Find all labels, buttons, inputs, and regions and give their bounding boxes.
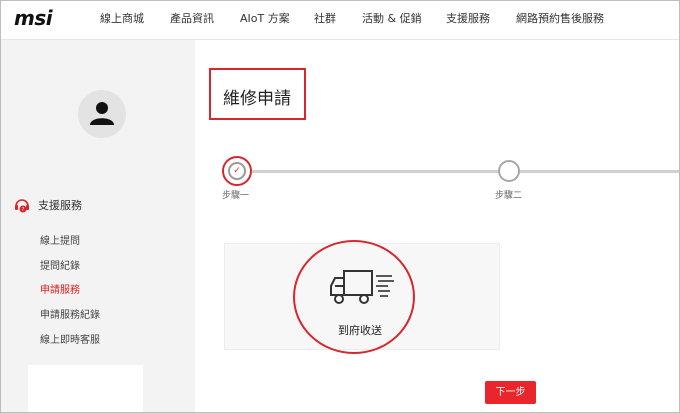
sidebar-section-support[interactable]: ? 支援服務 <box>14 197 82 213</box>
svg-text:?: ? <box>22 207 25 213</box>
headset-icon: ? <box>14 197 30 213</box>
step-progress-line <box>237 170 680 173</box>
nav-item-community[interactable]: 社群 <box>314 10 336 26</box>
sidebar-item-online-question[interactable]: 線上提問 <box>40 232 80 247</box>
top-nav: msi 線上商城 產品資訊 AIoT 方案 社群 活動 & 促銷 支援服務 網路… <box>0 0 680 40</box>
nav-item-promotions[interactable]: 活動 & 促銷 <box>362 10 422 26</box>
nav-item-products[interactable]: 產品資訊 <box>170 10 214 26</box>
avatar[interactable] <box>78 90 126 138</box>
page-title: 維修申請 <box>223 89 291 109</box>
sidebar-item-live-chat[interactable]: 線上即時客服 <box>40 331 100 346</box>
sidebar: ? 支援服務 線上提問 提問紀錄 申請服務 申請服務紀錄 線上即時客服 <box>0 40 195 413</box>
sidebar-panel <box>28 365 143 413</box>
next-step-button[interactable]: 下一步 <box>485 381 536 404</box>
step-1-label: 步驟一 <box>222 191 250 201</box>
nav-item-service-booking[interactable]: 網路預約售後服務 <box>516 10 604 26</box>
msi-logo[interactable]: msi <box>14 6 53 30</box>
sidebar-section-title: 支援服務 <box>38 199 82 212</box>
nav-item-aiot[interactable]: AIoT 方案 <box>240 10 290 26</box>
sidebar-item-service-history[interactable]: 申請服務紀錄 <box>40 306 100 321</box>
nav-item-support[interactable]: 支援服務 <box>446 10 490 26</box>
check-icon: ✓ <box>228 162 246 180</box>
nav-item-online-store[interactable]: 線上商城 <box>100 10 144 26</box>
delivery-truck-icon <box>330 270 394 304</box>
step-2-label: 步驟二 <box>495 191 523 201</box>
user-silhouette-icon <box>90 102 114 125</box>
page-title-box: 維修申請 <box>209 68 306 120</box>
sidebar-item-question-history[interactable]: 提問紀錄 <box>40 257 80 272</box>
step-1-marker: ✓ <box>222 156 252 186</box>
step-2-marker <box>498 160 520 182</box>
sidebar-item-apply-service[interactable]: 申請服務 <box>40 281 80 296</box>
pickup-option-label: 到府收送 <box>338 324 382 337</box>
